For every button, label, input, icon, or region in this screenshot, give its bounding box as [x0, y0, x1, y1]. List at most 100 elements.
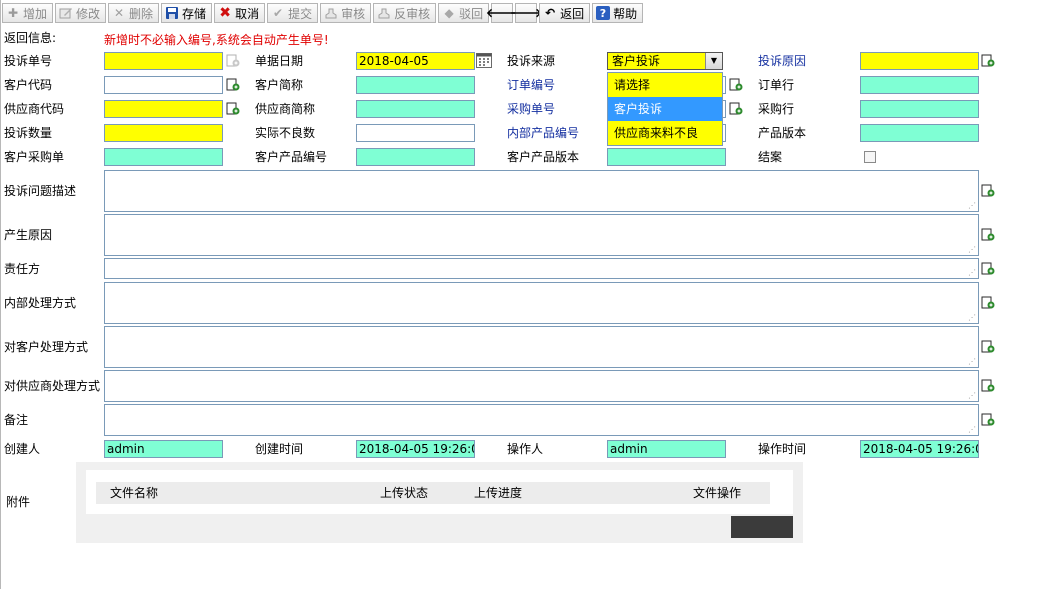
col-file-name: 文件名称 [110, 486, 159, 500]
picker-icon[interactable] [981, 413, 995, 427]
dropdown-option-selected[interactable]: 客户投诉 [608, 97, 722, 121]
resize-grip-icon[interactable]: ⋰ [968, 426, 976, 434]
picker-icon[interactable] [981, 54, 995, 68]
product-version-input[interactable] [860, 124, 979, 142]
remark-textarea[interactable]: ⋰ [104, 404, 979, 436]
qty-input[interactable] [104, 124, 223, 142]
picker-icon[interactable] [981, 262, 995, 276]
attachments-label: 附件 [6, 495, 31, 509]
complaint-no-label: 投诉单号 [4, 54, 53, 68]
picker-icon[interactable] [226, 78, 240, 92]
delete-icon: ✕ [114, 6, 125, 20]
customer-product-input[interactable] [356, 148, 475, 166]
upload-button[interactable] [731, 516, 793, 538]
return-info-message: 新增时不必输入编号,系统会自动产生单号! [104, 33, 329, 47]
stamp-icon [324, 6, 338, 20]
save-button[interactable]: 存储 [161, 3, 213, 23]
internal-product-label[interactable]: 内部产品编号 [507, 126, 579, 140]
reason-label[interactable]: 投诉原因 [758, 54, 806, 68]
resize-grip-icon[interactable]: ⋰ [968, 358, 976, 366]
customer-short-input[interactable] [356, 76, 475, 94]
created-time-label: 创建时间 [255, 442, 304, 456]
picker-icon[interactable] [981, 184, 995, 198]
supplier-code-label: 供应商代码 [4, 102, 65, 116]
picker-icon[interactable] [226, 54, 240, 68]
supplier-code-input[interactable] [104, 100, 223, 118]
op-time-input[interactable]: 2018-04-05 19:26:09 [860, 440, 979, 458]
internal-handling-textarea[interactable]: ⋰ [104, 282, 979, 324]
help-button[interactable]: ? 帮助 [592, 3, 644, 23]
dropdown-option[interactable]: 供应商来料不良 [608, 121, 722, 145]
creator-label: 创建人 [4, 442, 41, 456]
order-no-label[interactable]: 订单编号 [507, 78, 555, 92]
responsible-label: 责任方 [4, 262, 41, 276]
attachments-table: 文件名称 上传状态 上传进度 文件操作 [86, 470, 793, 514]
source-label: 投诉来源 [507, 54, 556, 68]
picker-icon[interactable] [981, 296, 995, 310]
created-time-input[interactable]: 2018-04-05 19:26:09 [356, 440, 475, 458]
customer-po-input[interactable] [104, 148, 223, 166]
customer-product-label: 客户产品编号 [255, 150, 328, 164]
left-border [0, 0, 1, 589]
closed-label: 结案 [758, 150, 783, 164]
picker-icon[interactable] [981, 228, 995, 242]
responsible-textarea[interactable]: ⋰ [104, 258, 979, 279]
add-button[interactable]: ✚ 增加 [2, 3, 54, 23]
actual-bad-input[interactable] [356, 124, 475, 142]
supplier-handling-textarea[interactable]: ⋰ [104, 370, 979, 402]
audit-button[interactable]: 审核 [320, 3, 372, 23]
supplier-short-input[interactable] [356, 100, 475, 118]
undo-arrow-icon: ↶ [545, 6, 556, 20]
cancel-button[interactable]: ✖ 取消 [214, 3, 266, 23]
creator-input[interactable]: admin [104, 440, 223, 458]
source-select[interactable]: 客户投诉 ▼ [607, 52, 723, 70]
customer-product-ver-label: 客户产品版本 [507, 150, 580, 164]
edit-button[interactable]: 修改 [55, 3, 107, 23]
dropdown-option[interactable]: 请选择 [608, 73, 722, 97]
doc-date-input[interactable]: 2018-04-05 [356, 52, 475, 70]
customer-short-label: 客户简称 [255, 78, 304, 92]
picker-icon[interactable] [981, 340, 995, 354]
purchase-no-label[interactable]: 采购单号 [507, 102, 555, 116]
submit-button[interactable]: ✔ 提交 [267, 3, 319, 23]
customer-handling-label: 对客户处理方式 [4, 340, 89, 354]
order-line-label: 订单行 [758, 78, 795, 92]
desc-textarea[interactable]: ⋰ [104, 170, 979, 212]
reason-input[interactable] [860, 52, 979, 70]
back-button[interactable]: ↶ 返回 [539, 3, 591, 23]
cause-label: 产生原因 [4, 228, 53, 242]
picker-icon[interactable] [981, 379, 995, 393]
actual-bad-label: 实际不良数 [255, 126, 316, 140]
chevron-down-icon[interactable]: ▼ [705, 53, 722, 69]
reject-button[interactable]: ◆ 驳回 [438, 3, 490, 23]
col-upload-status: 上传状态 [380, 486, 429, 500]
supplier-handling-label: 对供应商处理方式 [4, 379, 101, 393]
closed-checkbox[interactable] [864, 151, 876, 163]
picker-icon[interactable] [729, 78, 743, 92]
order-line-input[interactable] [860, 76, 979, 94]
purchase-line-input[interactable] [860, 100, 979, 118]
picker-icon[interactable] [226, 102, 240, 116]
picker-icon[interactable] [729, 102, 743, 116]
complaint-no-input[interactable] [104, 52, 223, 70]
resize-grip-icon[interactable]: ⋰ [968, 314, 976, 322]
calendar-icon[interactable] [476, 53, 492, 68]
unaudit-button[interactable]: 反审核 [373, 3, 437, 23]
next-button[interactable]: 🡒 [510, 3, 542, 23]
remark-label: 备注 [4, 413, 29, 427]
floppy-disk-icon [165, 6, 179, 20]
operator-input[interactable]: admin [607, 440, 726, 458]
help-question-icon: ? [596, 6, 611, 20]
cause-textarea[interactable]: ⋰ [104, 214, 979, 256]
resize-grip-icon[interactable]: ⋰ [968, 246, 976, 254]
toolbar: ✚ 增加 修改 ✕ 删除 存储 ✖ 取消 ✔ 提交 审核 反审核 ◆ 驳回 🡐 … [2, 2, 644, 24]
doc-date-label: 单据日期 [255, 54, 304, 68]
delete-button[interactable]: ✕ 删除 [108, 3, 160, 23]
customer-code-input[interactable] [104, 76, 223, 94]
resize-grip-icon[interactable]: ⋰ [968, 202, 976, 210]
customer-product-ver-input[interactable] [607, 148, 726, 166]
attachments-table-header: 文件名称 上传状态 上传进度 文件操作 [96, 482, 770, 504]
resize-grip-icon[interactable]: ⋰ [968, 392, 976, 400]
customer-handling-textarea[interactable]: ⋰ [104, 326, 979, 368]
resize-grip-icon[interactable]: ⋰ [968, 269, 976, 277]
